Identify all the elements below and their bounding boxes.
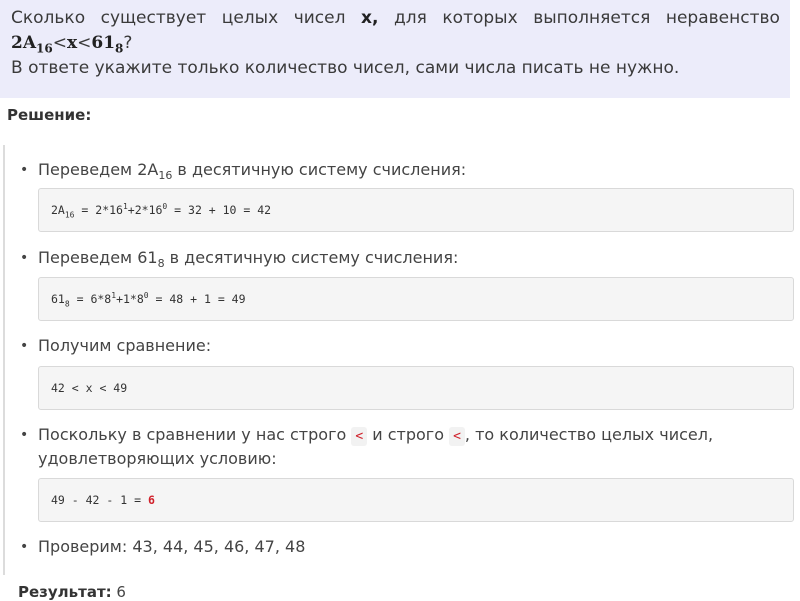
step-subscript: 8 — [157, 257, 165, 271]
question-word: для — [394, 8, 427, 28]
inequality-lt-2: < — [77, 33, 92, 53]
solution-step-5: • Проверим: 43, 44, 45, 46, 47, 48 — [20, 535, 305, 559]
solution-box: • Переведем 2A16 в десятичную систему счи… — [0, 145, 800, 575]
question-inequality: 2A16<x<618? — [11, 31, 780, 56]
question-mark: ? — [123, 33, 133, 53]
step-text: в десятичную систему счисления: — [172, 160, 467, 179]
inequality-left-base: 16 — [36, 41, 53, 56]
inequality-left: 2A — [11, 33, 37, 53]
code-part: 61 — [51, 292, 65, 306]
code-part: = 48 + 1 = 49 — [148, 292, 246, 306]
code-block-4: 49 - 42 - 1 = 6 — [38, 478, 794, 522]
solution-step-2: • Переведем 618 в десятичную систему счис… — [20, 246, 458, 270]
code-answer: 6 — [147, 493, 155, 507]
step-text: и строго — [367, 425, 450, 444]
code-part: = 32 + 10 = 42 — [167, 203, 272, 217]
question-box: Сколько существует целых чисел x, для ко… — [0, 0, 790, 98]
step-text: Переведем 61 — [38, 248, 158, 267]
question-variable: x, — [361, 8, 379, 28]
inline-code-lt: < — [449, 427, 465, 446]
inline-code-lt: < — [351, 427, 368, 446]
bullet: • — [20, 250, 29, 266]
question-word: существует — [100, 8, 207, 28]
solution-step-3: • Получим сравнение: — [20, 334, 211, 358]
inequality-lt-1: < — [52, 33, 67, 53]
step-text: Переведем 2A — [38, 160, 159, 179]
step-text: в десятичную систему счисления: — [164, 248, 459, 267]
code-part: +1*8 — [116, 292, 144, 306]
code-part: = 2*16 — [74, 203, 123, 217]
result-line: Результат: 6 — [18, 583, 126, 601]
solution-step-4: • Поскольку в сравнении у нас строго < и … — [20, 423, 713, 470]
step-subscript: 16 — [158, 169, 173, 183]
code-part: 49 - 42 - 1 = — [51, 493, 148, 507]
step-text: Получим сравнение: — [38, 336, 212, 355]
question-line-1: Сколько существует целых чисел x, для ко… — [11, 6, 780, 31]
code-part: +2*16 — [127, 203, 163, 217]
question-word: целых — [221, 8, 279, 28]
question-word: выполняется — [533, 8, 651, 28]
question-instruction: В ответе укажите только количество чисел… — [11, 58, 680, 78]
code-part: 2A — [51, 203, 65, 217]
solution-border — [3, 145, 5, 575]
solution-heading: Решение: — [7, 106, 92, 124]
code-block-1: 2A16 = 2*161+2*160 = 32 + 10 = 42 — [38, 188, 794, 232]
question-word: которых — [442, 8, 518, 28]
bullet: • — [20, 338, 29, 354]
question-word: Сколько — [11, 8, 86, 28]
inequality-right: 61 — [91, 33, 116, 53]
code-block-2: 618 = 6*81+1*80 = 48 + 1 = 49 — [38, 277, 794, 321]
result-label: Результат: — [18, 583, 112, 601]
inequality-variable: x — [66, 33, 78, 53]
step-text: Поскольку в сравнении у нас строго — [38, 425, 352, 444]
step-text: Проверим: 43, 44, 45, 46, 47, 48 — [38, 537, 306, 556]
solution-step-1: • Переведем 2A16 в десятичную систему счи… — [20, 158, 466, 182]
bullet: • — [20, 539, 29, 555]
question-word: чисел — [293, 8, 346, 28]
step-text: удовлетворяющих условию: — [38, 449, 277, 468]
question-word: неравенство — [665, 8, 780, 28]
result-value: 6 — [116, 583, 126, 601]
bullet: • — [20, 162, 29, 178]
code-block-3: 42 < x < 49 — [38, 366, 794, 410]
step-text: , то количество целых чисел, — [464, 425, 714, 444]
code-part: = 6*8 — [69, 292, 112, 306]
bullet: • — [20, 427, 29, 443]
code-subscript: 16 — [64, 210, 75, 220]
